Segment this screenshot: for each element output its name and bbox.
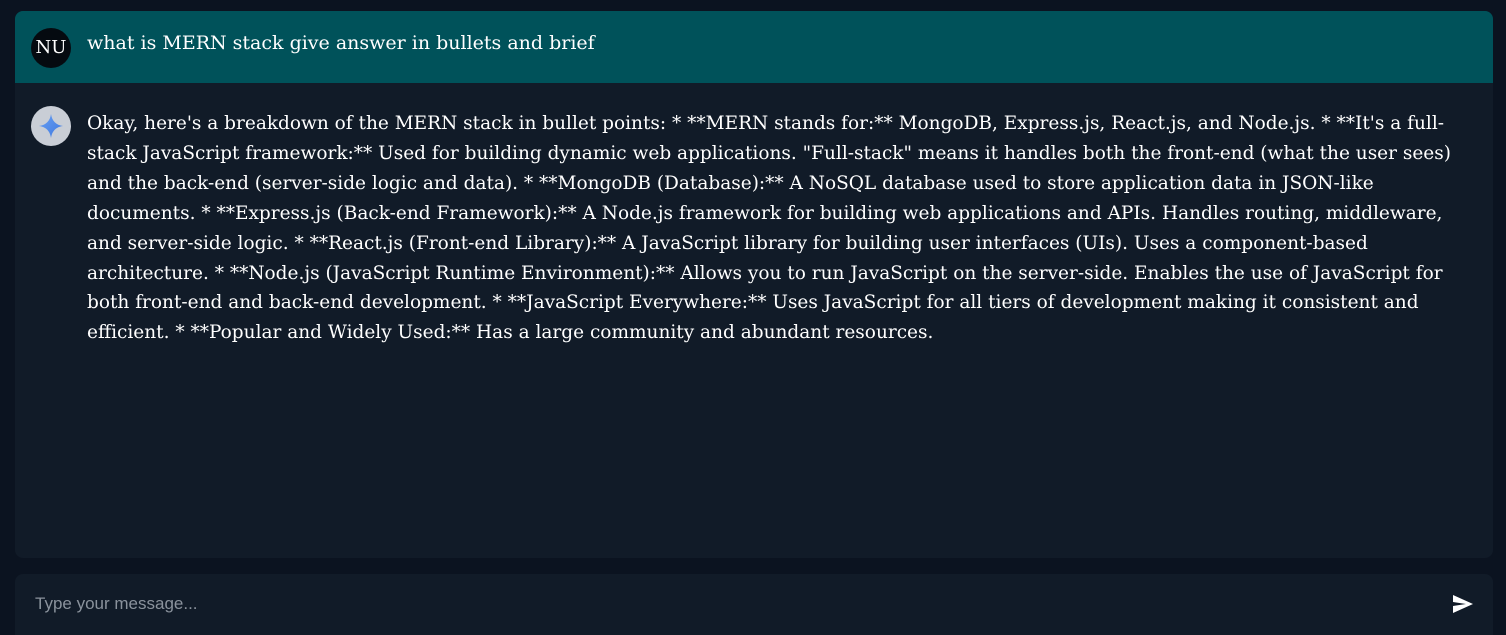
message-input[interactable] (35, 590, 1435, 618)
send-button[interactable] (1448, 591, 1478, 617)
user-message-text: what is MERN stack give answer in bullet… (87, 32, 595, 54)
chat-history-panel: NU what is MERN stack give answer in bul… (15, 11, 1493, 558)
bot-avatar (31, 106, 71, 146)
bot-message: Okay, here's a breakdown of the MERN sta… (15, 83, 1493, 558)
message-composer (15, 574, 1493, 635)
send-icon (1453, 595, 1473, 613)
sparkle-icon (39, 114, 63, 138)
user-avatar: NU (31, 28, 71, 68)
chat-app: NU what is MERN stack give answer in bul… (0, 0, 1506, 635)
user-message: NU what is MERN stack give answer in bul… (15, 11, 1493, 83)
bot-message-text: Okay, here's a breakdown of the MERN sta… (87, 113, 1451, 344)
